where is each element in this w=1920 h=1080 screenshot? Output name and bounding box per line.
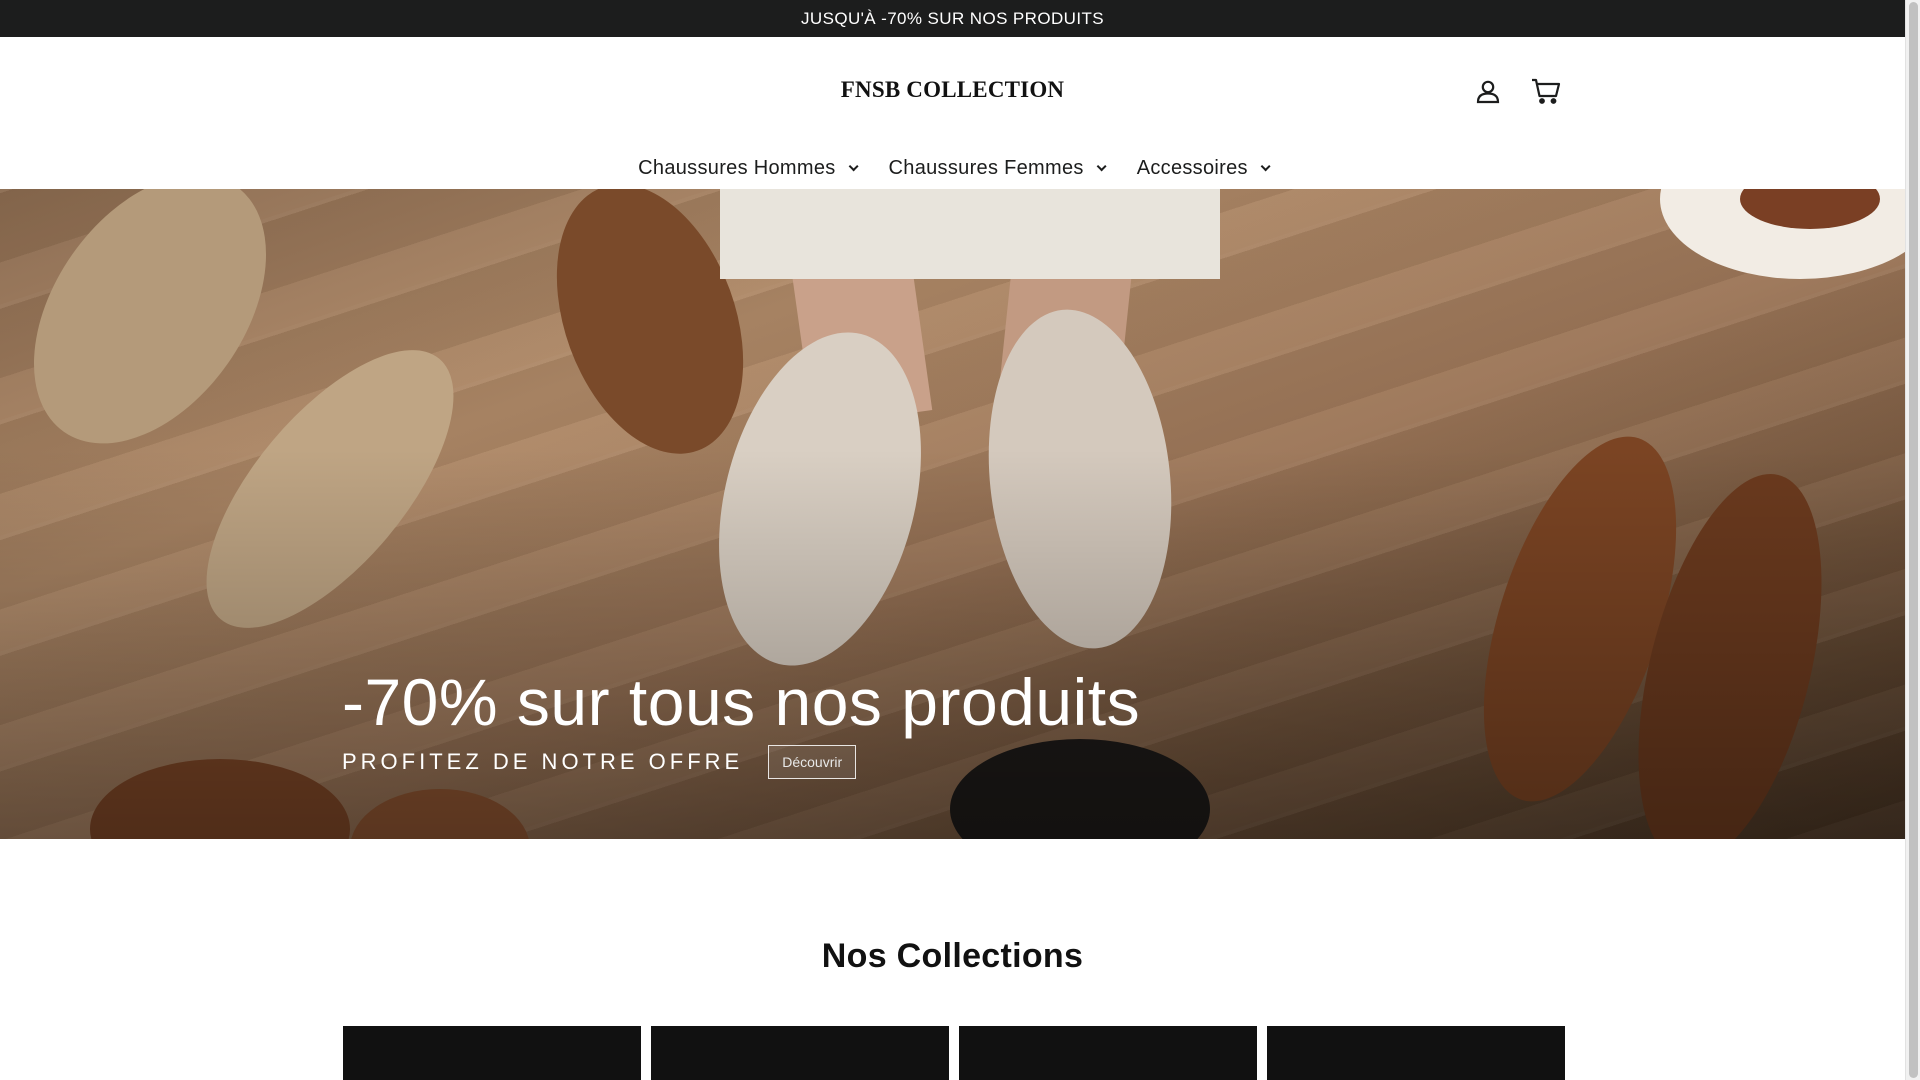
site-header: FNSB COLLECTION Chaussures Hommes Chauss… [0, 37, 1905, 189]
hero-subtitle-row: PROFITEZ DE NOTRE OFFRE Découvrir [342, 745, 1140, 779]
nav-item-chaussures-hommes[interactable]: Chaussures Hommes [638, 157, 859, 180]
scrollbar-thumb[interactable] [1909, 2, 1918, 1078]
chevron-down-icon [1096, 161, 1107, 172]
nav-item-label: Accessoires [1136, 157, 1248, 179]
cart-button[interactable] [1530, 75, 1562, 107]
site-logo: FNSB COLLECTION [0, 77, 1905, 103]
chevron-down-icon [848, 161, 859, 172]
announcement-text: JUSQU'À -70% SUR NOS PRODUITS [801, 8, 1104, 28]
hero-title: -70% sur tous nos produits [342, 665, 1141, 739]
logo-link[interactable]: FNSB COLLECTION [841, 77, 1064, 102]
account-button[interactable] [1472, 75, 1504, 107]
user-icon [1476, 80, 1500, 104]
nav-item-label: Chaussures Femmes [888, 157, 1084, 179]
nav-item-label: Chaussures Hommes [638, 157, 836, 179]
main-nav: Chaussures Hommes Chaussures Femmes Acce… [0, 157, 1905, 180]
nav-item-accessoires[interactable]: Accessoires [1136, 157, 1271, 180]
browser-viewport: JUSQU'À -70% SUR NOS PRODUITS FNSB COLLE… [0, 0, 1920, 1080]
collection-grid [343, 1026, 1565, 1080]
discover-button[interactable]: Découvrir [768, 745, 857, 779]
hero-text-block: -70% sur tous nos produits PROFITEZ DE N… [342, 669, 1140, 779]
collection-card[interactable] [1267, 1026, 1565, 1080]
vertical-scrollbar[interactable] [1905, 0, 1920, 1080]
hero-banner: -70% sur tous nos produits PROFITEZ DE N… [0, 189, 1905, 839]
collection-card[interactable] [651, 1026, 949, 1080]
header-icons [1472, 75, 1562, 107]
announcement-bar: JUSQU'À -70% SUR NOS PRODUITS [0, 0, 1905, 37]
collections-title: Nos Collections [821, 937, 1084, 975]
collection-card[interactable] [343, 1026, 641, 1080]
page: JUSQU'À -70% SUR NOS PRODUITS FNSB COLLE… [0, 0, 1905, 1080]
chevron-down-icon [1260, 161, 1271, 172]
nav-item-chaussures-femmes[interactable]: Chaussures Femmes [888, 157, 1107, 180]
hero-subtitle: PROFITEZ DE NOTRE OFFRE [342, 749, 744, 774]
cart-icon [1532, 78, 1561, 104]
collection-card[interactable] [959, 1026, 1257, 1080]
